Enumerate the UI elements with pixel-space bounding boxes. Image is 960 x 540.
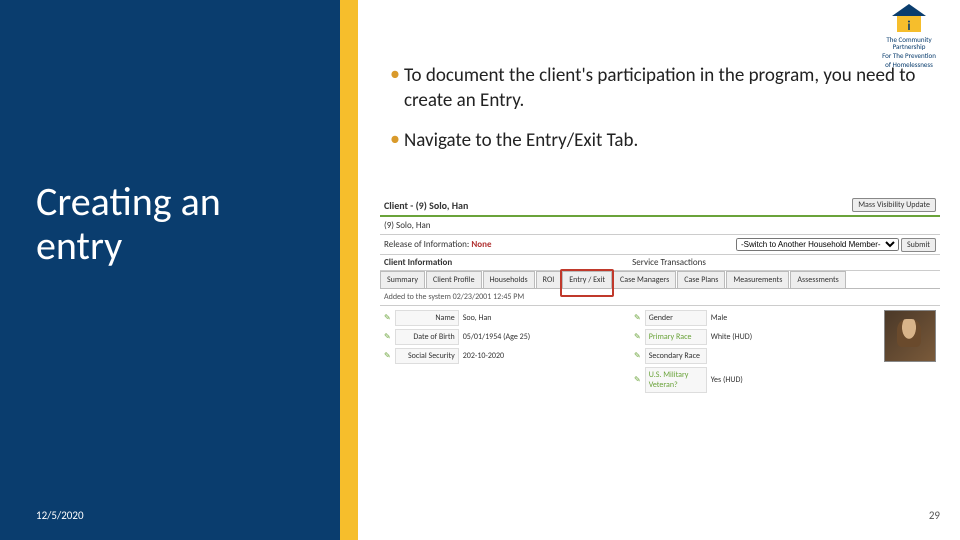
client-id-row: (9) Solo, Han	[380, 217, 940, 235]
tab-assessments[interactable]: Assessments	[790, 271, 845, 288]
section-headers: Client Information Service Transactions	[380, 255, 940, 271]
tab-row: Summary Client Profile Households ROI En…	[380, 271, 940, 289]
field-label: Name	[395, 310, 459, 326]
field-row: ✎ Date of Birth 05/01/1954 (Age 25)	[384, 329, 628, 345]
slide-number: 29	[929, 509, 940, 522]
field-row: ✎ Name Soo, Han	[384, 310, 628, 326]
tab-client-profile[interactable]: Client Profile	[426, 271, 482, 288]
tab-measurements[interactable]: Measurements	[726, 271, 789, 288]
submit-button[interactable]: Submit	[901, 238, 936, 252]
field-label: Primary Race	[645, 329, 707, 345]
field-row: ✎ U.S. Military Veteran? Yes (HUD)	[634, 367, 878, 393]
added-timestamp: Added to the system 02/23/2001 12:45 PM	[380, 289, 940, 306]
roi-row: Release of Information: None -Switch to …	[380, 235, 940, 255]
client-photo	[884, 310, 936, 362]
fields-left: ✎ Name Soo, Han ✎ Date of Birth 05/01/19…	[384, 310, 628, 396]
edit-icon[interactable]: ✎	[384, 351, 391, 361]
household-switch-group: -Switch to Another Household Member- Sub…	[736, 238, 936, 251]
field-label: Gender	[645, 310, 707, 326]
client-header: Client - (9) Solo, Han	[384, 199, 468, 212]
field-label: Date of Birth	[395, 329, 459, 345]
highlight-box	[560, 269, 614, 297]
edit-icon[interactable]: ✎	[634, 375, 641, 385]
tab-case-managers[interactable]: Case Managers	[613, 271, 676, 288]
edit-icon[interactable]: ✎	[634, 332, 641, 342]
edit-icon[interactable]: ✎	[634, 351, 641, 361]
edit-icon[interactable]: ✎	[384, 313, 391, 323]
edit-icon[interactable]: ✎	[634, 313, 641, 323]
field-value: Male	[711, 313, 728, 323]
app-screenshot: Client - (9) Solo, Han Mass Visibility U…	[380, 195, 940, 400]
tab-case-plans[interactable]: Case Plans	[677, 271, 725, 288]
roi-value: None	[471, 239, 491, 250]
field-label: Secondary Race	[645, 348, 707, 364]
summary-body: ✎ Name Soo, Han ✎ Date of Birth 05/01/19…	[380, 306, 940, 400]
accent-bar	[340, 0, 358, 540]
field-row: ✎ Secondary Race	[634, 348, 878, 364]
roi-label-group: Release of Information: None	[384, 239, 492, 250]
field-value: White (HUD)	[711, 332, 752, 342]
client-header-row: Client - (9) Solo, Han Mass Visibility U…	[380, 195, 940, 217]
tab-roi[interactable]: ROI	[536, 271, 562, 288]
title-line-1: Creating an	[36, 180, 340, 224]
bullet-item: • Navigate to the Entry/Exit Tab.	[390, 129, 940, 154]
slide-date: 12/5/2020	[36, 509, 84, 522]
title-line-2: entry	[36, 224, 340, 268]
tab-summary[interactable]: Summary	[380, 271, 425, 288]
bullet-text: To document the client's participation i…	[404, 64, 940, 113]
client-info-header: Client Information	[384, 257, 452, 268]
left-panel: Creating an entry 12/5/2020	[0, 0, 340, 540]
tab-households[interactable]: Households	[483, 271, 535, 288]
household-switch-select[interactable]: -Switch to Another Household Member-	[736, 238, 899, 251]
bullet-list: • To document the client's participation…	[380, 0, 940, 154]
field-value: Yes (HUD)	[711, 375, 743, 385]
bullet-icon: •	[390, 129, 400, 154]
field-label: Social Security	[395, 348, 459, 364]
field-value: 05/01/1954 (Age 25)	[463, 332, 531, 342]
field-label: U.S. Military Veteran?	[645, 367, 707, 393]
roi-label: Release of Information:	[384, 239, 469, 250]
field-value: Soo, Han	[463, 313, 492, 323]
service-transactions-header: Service Transactions	[632, 257, 706, 268]
bullet-item: • To document the client's participation…	[390, 64, 940, 113]
fields-right: ✎ Gender Male ✎ Primary Race White (HUD)…	[634, 310, 878, 396]
field-value: 202-10-2020	[463, 351, 504, 361]
field-row: ✎ Gender Male	[634, 310, 878, 326]
tab-entry-exit[interactable]: Entry / Exit	[562, 271, 612, 288]
slide-title: Creating an entry	[0, 0, 340, 268]
bullet-text: Navigate to the Entry/Exit Tab.	[404, 129, 638, 154]
bullet-icon: •	[390, 64, 400, 113]
mass-visibility-button[interactable]: Mass Visibility Update	[852, 198, 936, 212]
field-row: ✎ Primary Race White (HUD)	[634, 329, 878, 345]
field-row: ✎ Social Security 202-10-2020	[384, 348, 628, 364]
edit-icon[interactable]: ✎	[384, 332, 391, 342]
